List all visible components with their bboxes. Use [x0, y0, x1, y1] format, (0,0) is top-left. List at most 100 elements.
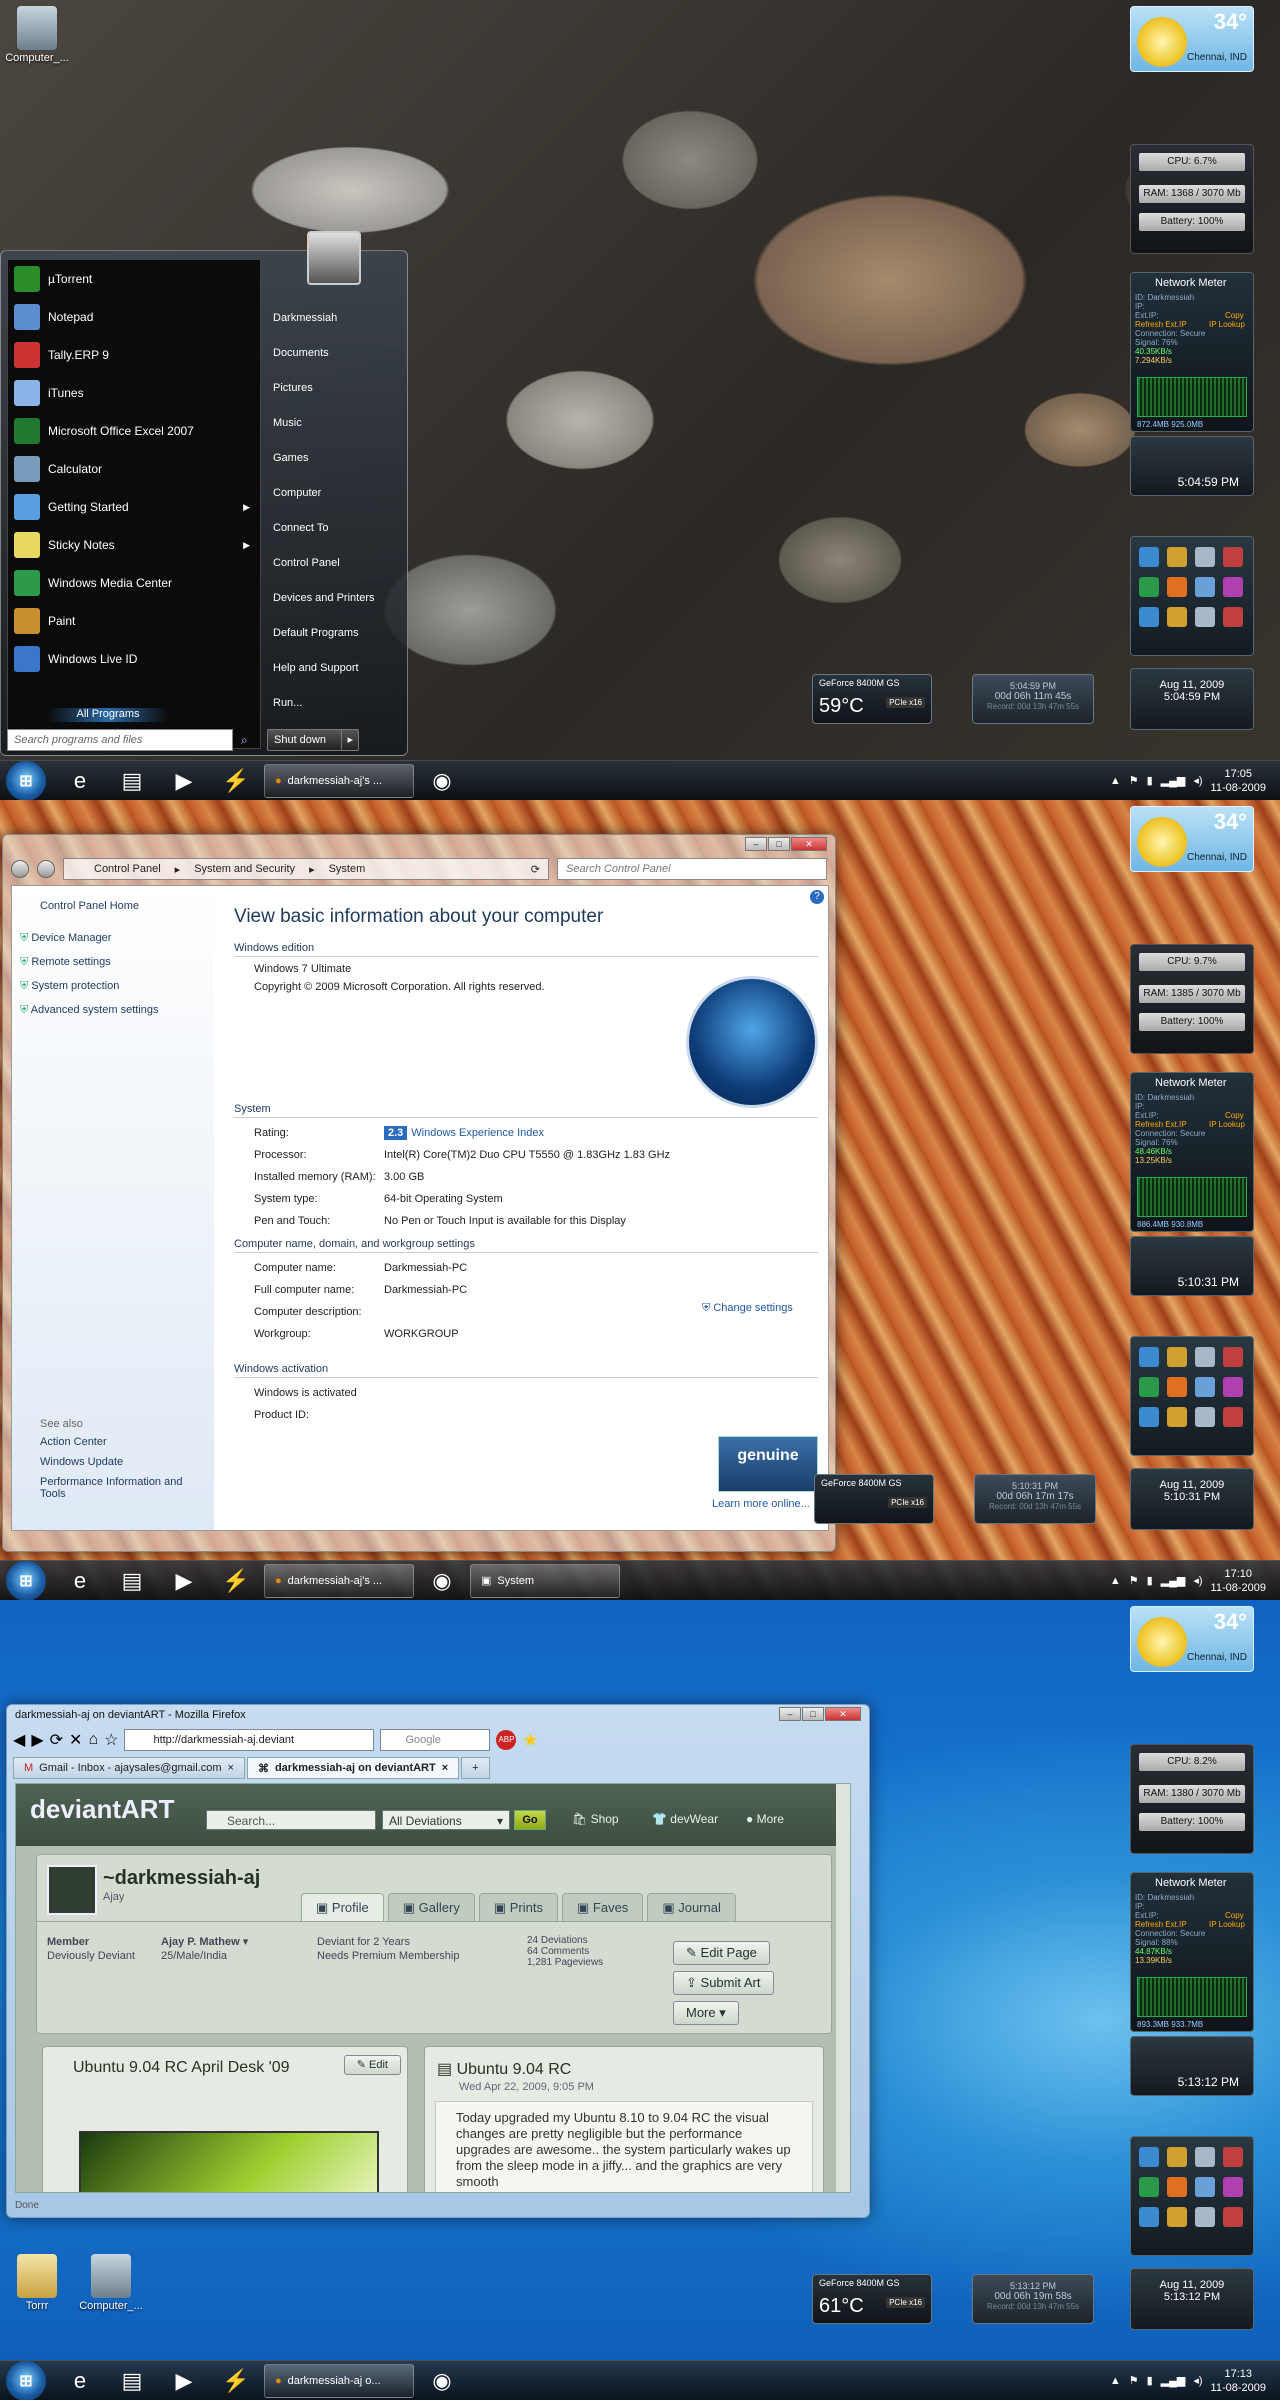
app-shortcut-icon[interactable] — [1167, 607, 1187, 627]
deviation-title[interactable]: Ubuntu 9.04 RC April Desk '09 — [73, 2059, 333, 2077]
weather-gadget[interactable]: 34° Chennai, IND — [1130, 1606, 1254, 1672]
app-shortcut-icon[interactable] — [1223, 2177, 1243, 2197]
start-menu-place[interactable]: Pictures — [267, 371, 401, 406]
start-menu-place[interactable]: Connect To — [267, 511, 401, 546]
media-player-icon[interactable]: ▶ — [158, 1563, 210, 1599]
breadcrumb-item[interactable]: System and Security — [194, 863, 295, 875]
program-item[interactable]: Paint — [8, 602, 260, 640]
net-refresh-link[interactable]: Refresh Ext.IP — [1135, 1120, 1187, 1129]
start-menu-place[interactable]: Darkmessiah — [267, 301, 401, 336]
all-programs-button[interactable]: All Programs — [48, 708, 168, 722]
da-go-button[interactable]: Go — [514, 1810, 546, 1830]
close-button[interactable]: ✕ — [791, 837, 827, 851]
desktop-icon-computer[interactable]: Computer_... — [76, 2254, 146, 2312]
app-shortcut-icon[interactable] — [1139, 1377, 1159, 1397]
media-player-icon[interactable]: ▶ — [158, 2363, 210, 2399]
da-shop-link[interactable]: 🛍 Shop — [572, 1812, 619, 1826]
tab-deviantart[interactable]: ⌘ darkmessiah-aj on deviantART × — [246, 1757, 460, 1779]
breadcrumb-item[interactable]: System — [329, 863, 366, 875]
app-shortcut-icon[interactable] — [1195, 1407, 1215, 1427]
app-shortcut-icon[interactable] — [1223, 2147, 1243, 2167]
volume-icon[interactable]: ◂) — [1193, 774, 1202, 787]
start-menu-place[interactable]: Control Panel — [267, 546, 401, 581]
chevron-right-icon[interactable]: ▸ — [175, 863, 181, 876]
new-tab-button[interactable]: + — [461, 1757, 490, 1779]
weather-gadget[interactable]: 34° Chennai, IND — [1130, 6, 1254, 72]
ie-icon[interactable]: e — [54, 2363, 106, 2399]
net-lookup-link[interactable]: IP Lookup — [1209, 1920, 1245, 1929]
help-icon[interactable]: ? — [810, 890, 824, 904]
show-hidden-icons-icon[interactable]: ▲ — [1110, 775, 1121, 787]
program-item[interactable]: Microsoft Office Excel 2007 — [8, 412, 260, 450]
more-button[interactable]: More ▾ — [673, 2001, 739, 2025]
net-copy-link[interactable]: Copy — [1225, 311, 1244, 320]
refresh-icon[interactable]: ⟳ — [531, 863, 548, 876]
shutdown-button[interactable]: Shut down ▸ — [267, 729, 359, 751]
back-icon[interactable]: ◀ — [13, 1730, 25, 1750]
chevron-right-icon[interactable]: ▶ — [243, 502, 250, 513]
app-shortcut-icon[interactable] — [1223, 547, 1243, 567]
app-shortcut-icon[interactable] — [1167, 1347, 1187, 1367]
search-icon[interactable]: ⌕ — [241, 733, 248, 748]
star-icon[interactable]: ★ — [522, 1730, 538, 1751]
net-copy-link[interactable]: Copy — [1225, 1911, 1244, 1920]
sidebar-link[interactable]: ⛨ System protection — [20, 980, 159, 1004]
start-search-input[interactable]: Search programs and files — [7, 729, 233, 751]
shutdown-options-icon[interactable]: ▸ — [341, 730, 358, 750]
minimize-button[interactable]: – — [779, 1707, 801, 1721]
app-shortcut-icon[interactable] — [1223, 1377, 1243, 1397]
submit-art-button[interactable]: ⇪ Submit Art — [673, 1971, 774, 1995]
tab-gmail[interactable]: M Gmail - Inbox - ajaysales@gmail.com × — [13, 1757, 245, 1779]
start-menu-place[interactable]: Devices and Printers — [267, 581, 401, 616]
app-shortcut-icon[interactable] — [1167, 2207, 1187, 2227]
close-button[interactable]: ✕ — [825, 1707, 861, 1721]
see-also-link[interactable]: Action Center — [40, 1436, 210, 1448]
explorer-icon[interactable]: ▤ — [106, 1563, 158, 1599]
volume-icon[interactable]: ◂) — [1193, 1574, 1202, 1587]
power-icon[interactable]: ▮ — [1147, 1574, 1153, 1587]
chevron-right-icon[interactable]: ▸ — [309, 863, 315, 876]
chrome-icon[interactable]: ◉ — [416, 2363, 468, 2399]
launcher-gadget[interactable] — [1130, 1336, 1254, 1456]
app-shortcut-icon[interactable] — [1195, 607, 1215, 627]
tray-clock[interactable]: 17:13 11-08-2009 — [1211, 2367, 1266, 2395]
close-tab-icon[interactable]: × — [442, 1762, 448, 1774]
experience-index-badge[interactable]: 2.3 — [384, 1126, 408, 1140]
genuine-microsoft-logo[interactable]: genuine — [718, 1436, 818, 1492]
program-item[interactable]: Sticky Notes ▶ — [8, 526, 260, 564]
taskbar-firefox-task[interactable]: ● darkmessiah-aj o... — [264, 2363, 414, 2398]
net-refresh-link[interactable]: Refresh Ext.IP — [1135, 1920, 1187, 1929]
app-shortcut-icon[interactable] — [1223, 2207, 1243, 2227]
reload-icon[interactable]: ⟳ — [50, 1730, 63, 1750]
control-panel-home-link[interactable]: Control Panel Home — [40, 900, 139, 912]
app-shortcut-icon[interactable] — [1195, 2147, 1215, 2167]
da-search-input[interactable]: Search... — [206, 1810, 376, 1830]
start-button[interactable]: ⊞ — [6, 760, 46, 800]
app-shortcut-icon[interactable] — [1195, 577, 1215, 597]
da-more-link[interactable]: ● More — [746, 1812, 784, 1826]
scrollbar[interactable] — [836, 1784, 850, 2192]
net-lookup-link[interactable]: IP Lookup — [1209, 1120, 1245, 1129]
app-shortcut-icon[interactable] — [1195, 1377, 1215, 1397]
app-shortcut-icon[interactable] — [1139, 2177, 1159, 2197]
app-shortcut-icon[interactable] — [1195, 2207, 1215, 2227]
taskbar-firefox-task[interactable]: ● darkmessiah-aj's ... — [264, 1563, 414, 1598]
flag-icon[interactable]: ⚑ — [1129, 774, 1139, 787]
app-shortcut-icon[interactable] — [1139, 1407, 1159, 1427]
utility-icon[interactable]: ⚡ — [210, 763, 262, 799]
breadcrumb[interactable]: Control Panel ▸ System and Security ▸ Sy… — [63, 858, 549, 880]
da-category-select[interactable]: All Deviations ▾ — [382, 1810, 510, 1830]
bookmark-icon[interactable]: ☆ — [104, 1730, 118, 1750]
flag-icon[interactable]: ⚑ — [1129, 2374, 1139, 2387]
utility-icon[interactable]: ⚡ — [210, 1563, 262, 1599]
search-input[interactable]: Search Control Panel — [557, 858, 827, 880]
ie-icon[interactable]: e — [54, 1563, 106, 1599]
app-shortcut-icon[interactable] — [1139, 2207, 1159, 2227]
change-settings-link[interactable]: ⛨ Change settings — [702, 1302, 793, 1315]
see-also-link[interactable]: Performance Information and Tools — [40, 1476, 210, 1500]
desktop-icon-torrent[interactable]: Torrr — [2, 2254, 72, 2312]
media-player-icon[interactable]: ▶ — [158, 763, 210, 799]
tab-journal[interactable]: ▣ Journal — [647, 1893, 736, 1921]
explorer-icon[interactable]: ▤ — [106, 763, 158, 799]
maximize-button[interactable]: □ — [768, 837, 790, 851]
